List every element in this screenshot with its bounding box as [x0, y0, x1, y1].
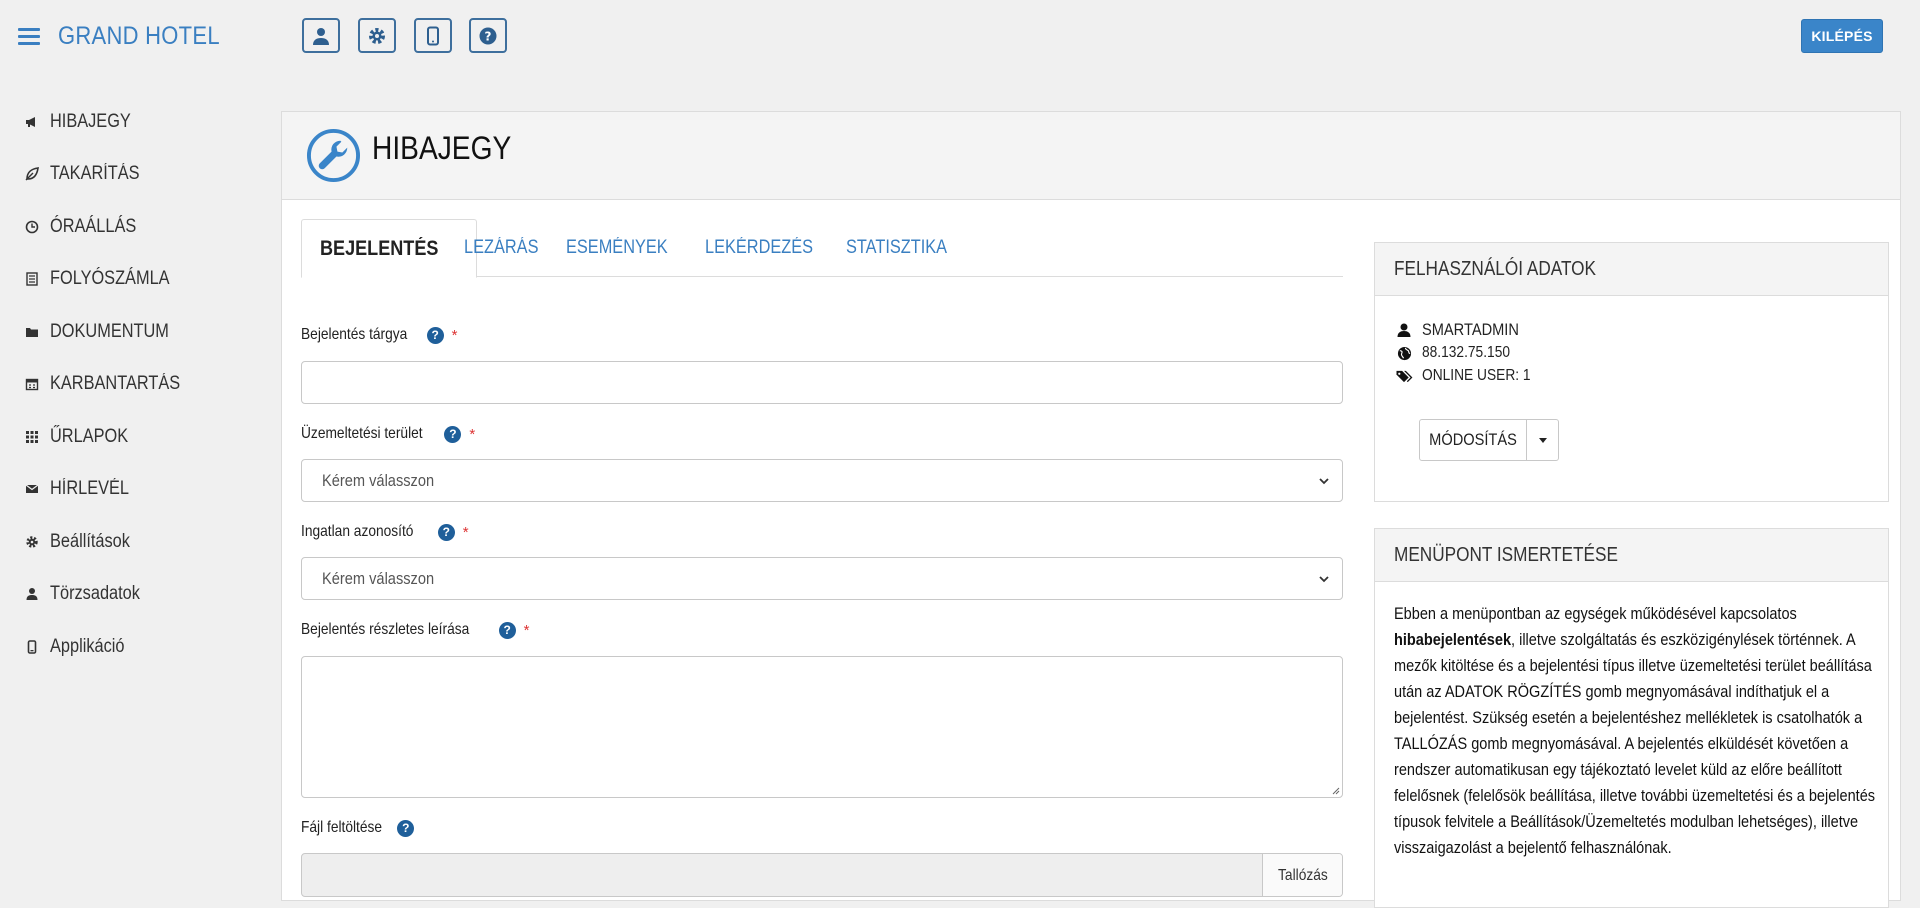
megaphone-icon	[24, 114, 40, 130]
gear-icon	[369, 27, 385, 44]
menu-description-card: MENÜPONT ISMERTETÉSE Ebben a menüpontban…	[1374, 528, 1889, 908]
sidebar-item-folyoszamla[interactable]: FOLYÓSZÁMLA	[24, 264, 189, 294]
online-users-row: ONLINE USER: 1	[1394, 367, 1548, 385]
menu-toggle-icon[interactable]	[18, 28, 40, 46]
description-text: Ebben a menüpontban az egységek működésé…	[1394, 605, 1876, 857]
chevron-down-icon	[1319, 478, 1329, 485]
details-label: Bejelentés részletes leírása ? *	[301, 621, 530, 639]
sidebar-item-label: Applikáció	[50, 636, 125, 657]
required-mark: *	[469, 425, 476, 443]
main-panel: HIBAJEGY BEJELENTÉS LEZÁRÁS ESEMÉNYEK LE…	[281, 111, 1901, 908]
sidebar-item-urlapok[interactable]: ŰRLAPOK	[24, 422, 141, 452]
chevron-down-icon	[1319, 576, 1329, 583]
tab-bejelentes[interactable]: BEJELENTÉS	[301, 219, 477, 278]
calendar-icon	[24, 376, 40, 392]
brand-title[interactable]: GRAND HOTEL	[58, 22, 220, 51]
sidebar-item-karbantartas[interactable]: KARBANTARTÁS	[24, 369, 201, 399]
file-label: Fájl feltöltése ?	[301, 819, 415, 837]
file-upload-field[interactable]: Tallózás	[301, 853, 1343, 897]
folder-icon	[24, 324, 40, 340]
details-textarea[interactable]	[301, 656, 1343, 798]
area-label: Üzemeltetési terület ? *	[301, 425, 476, 443]
help-button[interactable]: ?	[469, 18, 507, 53]
ip-row: 88.132.75.150	[1394, 344, 1524, 362]
logout-button[interactable]: KILÉPÉS	[1801, 19, 1883, 53]
tab-lezaras[interactable]: LEZÁRÁS	[464, 219, 551, 277]
property-label: Ingatlan azonosító ? *	[301, 523, 469, 541]
help-icon[interactable]: ?	[397, 819, 415, 837]
globe-icon	[1394, 345, 1414, 361]
subject-label: Bejelentés tárgya ? *	[301, 326, 458, 344]
sidebar-item-label: HÍRLEVÉL	[50, 478, 130, 499]
wrench-icon	[306, 128, 361, 183]
caret-down-icon	[1538, 438, 1547, 443]
panel-header: HIBAJEGY	[282, 112, 1900, 200]
required-mark: *	[451, 326, 458, 344]
resize-handle-icon[interactable]	[1330, 785, 1340, 795]
modify-button-group: MÓDOSÍTÁS	[1419, 419, 1559, 461]
sidebar-item-label: Törzsadatok	[50, 583, 140, 604]
page-title: HIBAJEGY	[372, 130, 512, 166]
sidebar-item-label: KARBANTARTÁS	[50, 373, 181, 394]
user-info-card: FELHASZNÁLÓI ADATOK SMARTADMIN 88.132.75…	[1374, 242, 1889, 502]
list-icon	[24, 271, 40, 287]
grid-icon	[24, 429, 40, 445]
tab-esemenyek[interactable]: ESEMÉNYEK	[566, 219, 684, 277]
user-icon	[1394, 322, 1414, 338]
sidebar-item-label: TAKARÍTÁS	[50, 163, 140, 184]
person-icon	[24, 586, 40, 602]
required-mark: *	[523, 621, 530, 639]
required-mark: *	[462, 523, 469, 541]
tab-statisztika[interactable]: STATISZTIKA	[846, 219, 964, 277]
user-icon	[313, 27, 329, 45]
envelope-icon	[24, 481, 40, 497]
property-select[interactable]: Kérem válasszon	[301, 557, 1343, 600]
subject-input[interactable]	[301, 361, 1343, 404]
tags-icon	[1394, 368, 1414, 384]
area-select-value: Kérem válasszon	[322, 470, 435, 490]
tab-bar: BEJELENTÉS LEZÁRÁS ESEMÉNYEK LEKÉRDEZÉS …	[301, 219, 1343, 278]
browse-button[interactable]: Tallózás	[1262, 854, 1342, 896]
sidebar-item-label: FOLYÓSZÁMLA	[50, 268, 170, 289]
username-row: SMARTADMIN	[1394, 320, 1535, 340]
phone-icon	[24, 639, 40, 655]
area-select[interactable]: Kérem válasszon	[301, 459, 1343, 502]
help-icon: ?	[479, 27, 497, 44]
mobile-icon	[427, 26, 439, 45]
modify-button[interactable]: MÓDOSÍTÁS	[1420, 420, 1527, 460]
sidebar-item-label: Beállítások	[50, 531, 130, 552]
sidebar-item-hirlevel[interactable]: HÍRLEVÉL	[24, 474, 142, 504]
sidebar-item-applikacio[interactable]: Applikáció	[24, 632, 137, 662]
help-icon[interactable]: ?	[437, 523, 455, 541]
property-select-value: Kérem válasszon	[322, 568, 435, 588]
help-icon[interactable]: ?	[426, 326, 444, 344]
sidebar-item-takaritas[interactable]: TAKARÍTÁS	[24, 159, 154, 189]
sidebar-item-oraallas[interactable]: ÓRAÁLLÁS	[24, 212, 150, 242]
settings-button[interactable]	[358, 18, 396, 53]
sidebar-item-label: ŰRLAPOK	[50, 426, 129, 447]
sidebar-item-label: HIBAJEGY	[50, 111, 131, 132]
user-card-title: FELHASZNÁLÓI ADATOK	[1375, 243, 1888, 296]
svg-text:?: ?	[485, 29, 492, 43]
tab-lekerdezes[interactable]: LEKÉRDEZÉS	[705, 219, 831, 277]
top-header: GRAND HOTEL ? KILÉPÉS	[0, 0, 1920, 72]
modify-dropdown-toggle[interactable]	[1527, 420, 1558, 460]
help-icon[interactable]: ?	[498, 621, 516, 639]
clock-icon	[24, 219, 40, 235]
help-icon[interactable]: ?	[444, 425, 462, 443]
user-profile-button[interactable]	[302, 18, 340, 53]
sidebar-item-label: DOKUMENTUM	[50, 321, 169, 342]
leaf-icon	[24, 166, 40, 182]
cog-icon	[24, 534, 40, 550]
sidebar-item-beallitasok[interactable]: Beállítások	[24, 527, 143, 557]
sidebar-item-label: ÓRAÁLLÁS	[50, 216, 137, 237]
mobile-button[interactable]	[414, 18, 452, 53]
sidebar-item-dokumentum[interactable]: DOKUMENTUM	[24, 317, 188, 347]
description-card-title: MENÜPONT ISMERTETÉSE	[1375, 529, 1888, 582]
sidebar-item-torzsadatok[interactable]: Törzsadatok	[24, 579, 155, 609]
sidebar-item-hibajegy[interactable]: HIBAJEGY	[24, 107, 144, 137]
